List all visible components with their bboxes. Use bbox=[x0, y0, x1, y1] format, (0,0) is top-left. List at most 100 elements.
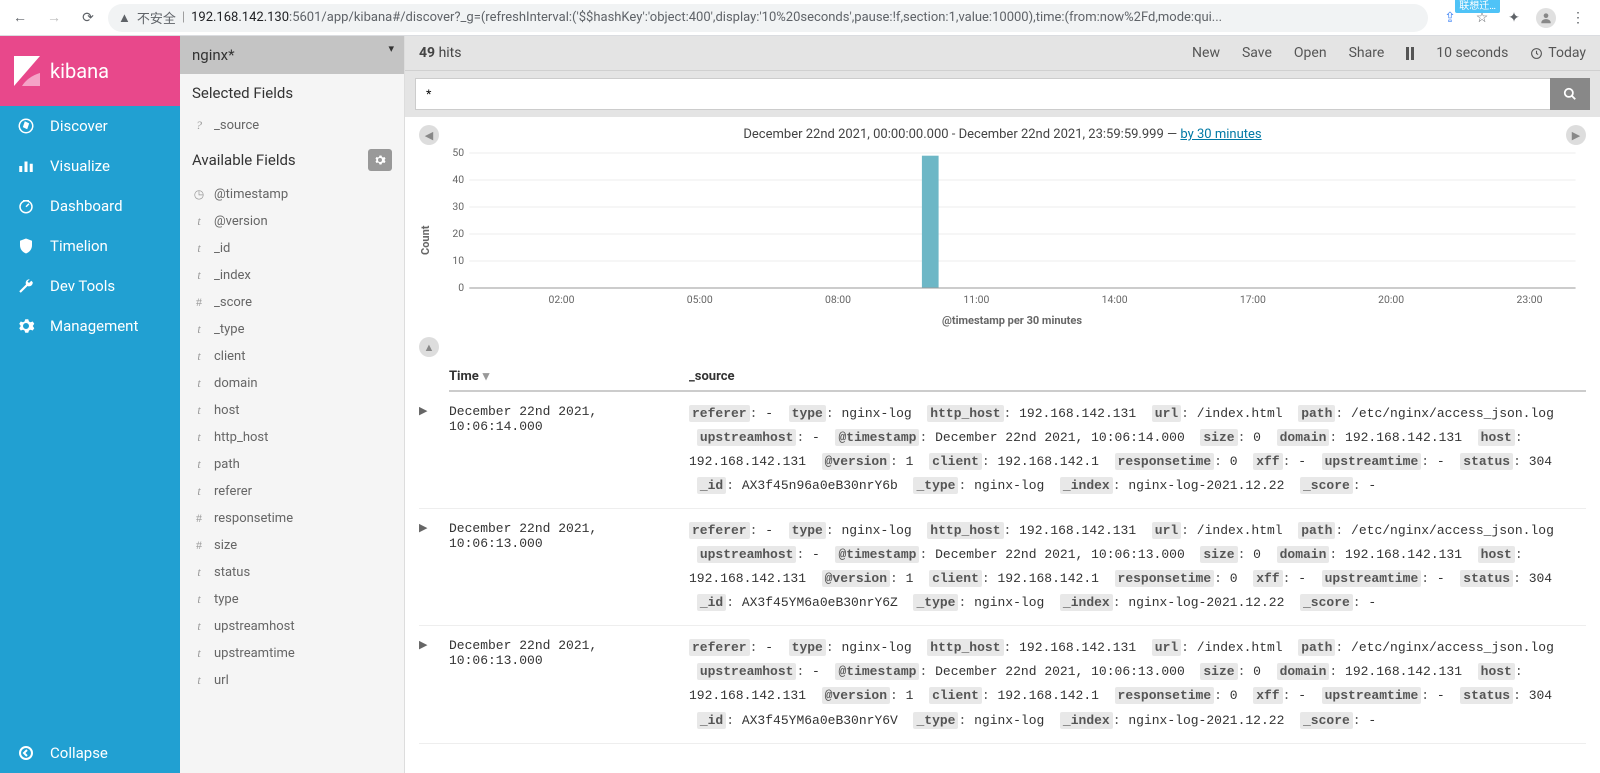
field-type[interactable]: t_type bbox=[180, 316, 404, 343]
caret-down-icon: ▾ bbox=[388, 42, 394, 55]
field-key: http_host bbox=[927, 405, 1003, 422]
shield-icon bbox=[16, 236, 36, 256]
kibana-logo[interactable]: kibana bbox=[0, 36, 180, 106]
field-key: client bbox=[929, 687, 982, 704]
expand-row[interactable]: ▶ bbox=[419, 519, 449, 615]
field-settings-button[interactable] bbox=[368, 149, 392, 171]
field-name: http_host bbox=[214, 430, 268, 445]
field-name: url bbox=[214, 673, 229, 688]
collapse-nav[interactable]: Collapse bbox=[0, 733, 180, 773]
svg-text:50: 50 bbox=[452, 148, 464, 159]
field-key: _index bbox=[1060, 477, 1113, 494]
forward-button[interactable]: → bbox=[40, 4, 68, 32]
row-time: December 22nd 2021, 10:06:13.000 bbox=[449, 636, 689, 732]
field-name: @version bbox=[214, 214, 268, 229]
svg-text:02:00: 02:00 bbox=[549, 295, 575, 306]
field-key: client bbox=[929, 570, 982, 587]
svg-text:11:00: 11:00 bbox=[963, 295, 989, 306]
refresh-interval[interactable]: 10 seconds bbox=[1436, 45, 1508, 61]
pause-button[interactable] bbox=[1406, 47, 1414, 60]
field-key: _id bbox=[697, 712, 726, 729]
index-pattern-selector[interactable]: nginx* ▾ bbox=[180, 36, 404, 74]
open-button[interactable]: Open bbox=[1294, 45, 1327, 61]
field-key: _index bbox=[1060, 594, 1113, 611]
field-name: responsetime bbox=[214, 511, 293, 526]
search-button[interactable] bbox=[1550, 78, 1590, 110]
insecure-icon: ▲ bbox=[118, 10, 131, 26]
url-path: :5601/app/kibana#/discover?_g=(refreshIn… bbox=[289, 10, 1222, 25]
field-name: status bbox=[214, 565, 250, 580]
expand-row[interactable]: ▶ bbox=[419, 636, 449, 732]
field-type-icon: t bbox=[192, 241, 206, 256]
field-referer[interactable]: treferer bbox=[180, 478, 404, 505]
selected-fields-label: Selected Fields bbox=[192, 84, 293, 102]
search-icon bbox=[1563, 87, 1577, 101]
field-score[interactable]: #_score bbox=[180, 289, 404, 316]
nav-dashboard[interactable]: Dashboard bbox=[0, 186, 180, 226]
field-key: @version bbox=[822, 570, 890, 587]
gear-icon bbox=[16, 316, 36, 336]
svg-text:08:00: 08:00 bbox=[825, 295, 851, 306]
share-button[interactable]: Share bbox=[1349, 45, 1385, 61]
field-name: client bbox=[214, 349, 245, 364]
col-header-source[interactable]: _source bbox=[689, 369, 735, 384]
address-bar[interactable]: ▲ 不安全 | 192.168.142.130 :5601/app/kibana… bbox=[108, 4, 1428, 32]
expand-row[interactable]: ▶ bbox=[419, 402, 449, 498]
field-status[interactable]: tstatus bbox=[180, 559, 404, 586]
profile-avatar[interactable] bbox=[1536, 8, 1556, 28]
histogram-prev[interactable]: ◀ bbox=[419, 125, 439, 145]
field-index[interactable]: t _index bbox=[180, 262, 404, 289]
field-source[interactable]: ?_source bbox=[180, 112, 404, 139]
field-name: domain bbox=[214, 376, 258, 391]
nav-management[interactable]: Management bbox=[0, 306, 180, 346]
field-path[interactable]: tpath bbox=[180, 451, 404, 478]
field-version[interactable]: t@version bbox=[180, 208, 404, 235]
field-client[interactable]: tclient bbox=[180, 343, 404, 370]
top-bar: 49 hits New Save Open Share 10 seconds T… bbox=[405, 36, 1600, 71]
search-input[interactable] bbox=[415, 78, 1550, 110]
field-key: referer bbox=[689, 639, 750, 656]
field-key: path bbox=[1298, 405, 1335, 422]
field-id[interactable]: t_id bbox=[180, 235, 404, 262]
field-type-icon: t bbox=[192, 376, 206, 391]
extensions-icon[interactable]: ✦ bbox=[1504, 8, 1524, 28]
extension-badge[interactable]: 联想迁… bbox=[1455, 0, 1500, 13]
reload-button[interactable]: ⟳ bbox=[74, 4, 102, 32]
field-url[interactable]: turl bbox=[180, 667, 404, 694]
field-httphost[interactable]: thttp_host bbox=[180, 424, 404, 451]
field-responsetime[interactable]: #responsetime bbox=[180, 505, 404, 532]
nav-discover[interactable]: Discover bbox=[0, 106, 180, 146]
field-name: _source bbox=[214, 118, 259, 133]
back-button[interactable]: ← bbox=[6, 4, 34, 32]
field-name: _index bbox=[214, 268, 251, 283]
histogram-next[interactable]: ▶ bbox=[1566, 125, 1586, 145]
collapse-histogram[interactable]: ▲ bbox=[419, 337, 439, 357]
nav-visualize[interactable]: Visualize bbox=[0, 146, 180, 186]
field-size[interactable]: #size bbox=[180, 532, 404, 559]
svg-text:05:00: 05:00 bbox=[687, 295, 713, 306]
field-upstreamtime[interactable]: tupstreamtime bbox=[180, 640, 404, 667]
nav-timelion[interactable]: Timelion bbox=[0, 226, 180, 266]
col-header-time[interactable]: Time ▾ bbox=[449, 369, 689, 384]
field-host[interactable]: thost bbox=[180, 397, 404, 424]
time-picker[interactable]: Today bbox=[1530, 45, 1586, 61]
field-key: _score bbox=[1300, 712, 1353, 729]
side-navigation: kibana Discover Visualize DashboardTimelio… bbox=[0, 36, 180, 773]
new-button[interactable]: New bbox=[1192, 45, 1220, 61]
field-timestamp[interactable]: @timestamp bbox=[180, 181, 404, 208]
field-upstreamhost[interactable]: tupstreamhost bbox=[180, 613, 404, 640]
barchart-icon bbox=[16, 156, 36, 176]
field-type[interactable]: ttype bbox=[180, 586, 404, 613]
histogram-bar[interactable] bbox=[922, 156, 939, 288]
field-type-icon: t bbox=[192, 268, 206, 283]
save-button[interactable]: Save bbox=[1242, 45, 1272, 61]
field-domain[interactable]: tdomain bbox=[180, 370, 404, 397]
menu-icon[interactable]: ⋮ bbox=[1568, 8, 1588, 28]
nav-label: Visualize bbox=[50, 157, 110, 175]
sort-icon: ▾ bbox=[483, 369, 490, 384]
insecure-label: 不安全 bbox=[137, 8, 176, 27]
histogram-chart[interactable]: Count 0102030405002:0005:0008:0011:0014:… bbox=[419, 148, 1586, 333]
row-source: referer: - type: nginx-log http_host: 19… bbox=[689, 402, 1586, 498]
interval-link[interactable]: by 30 minutes bbox=[1180, 127, 1261, 142]
nav-dev-tools[interactable]: Dev Tools bbox=[0, 266, 180, 306]
